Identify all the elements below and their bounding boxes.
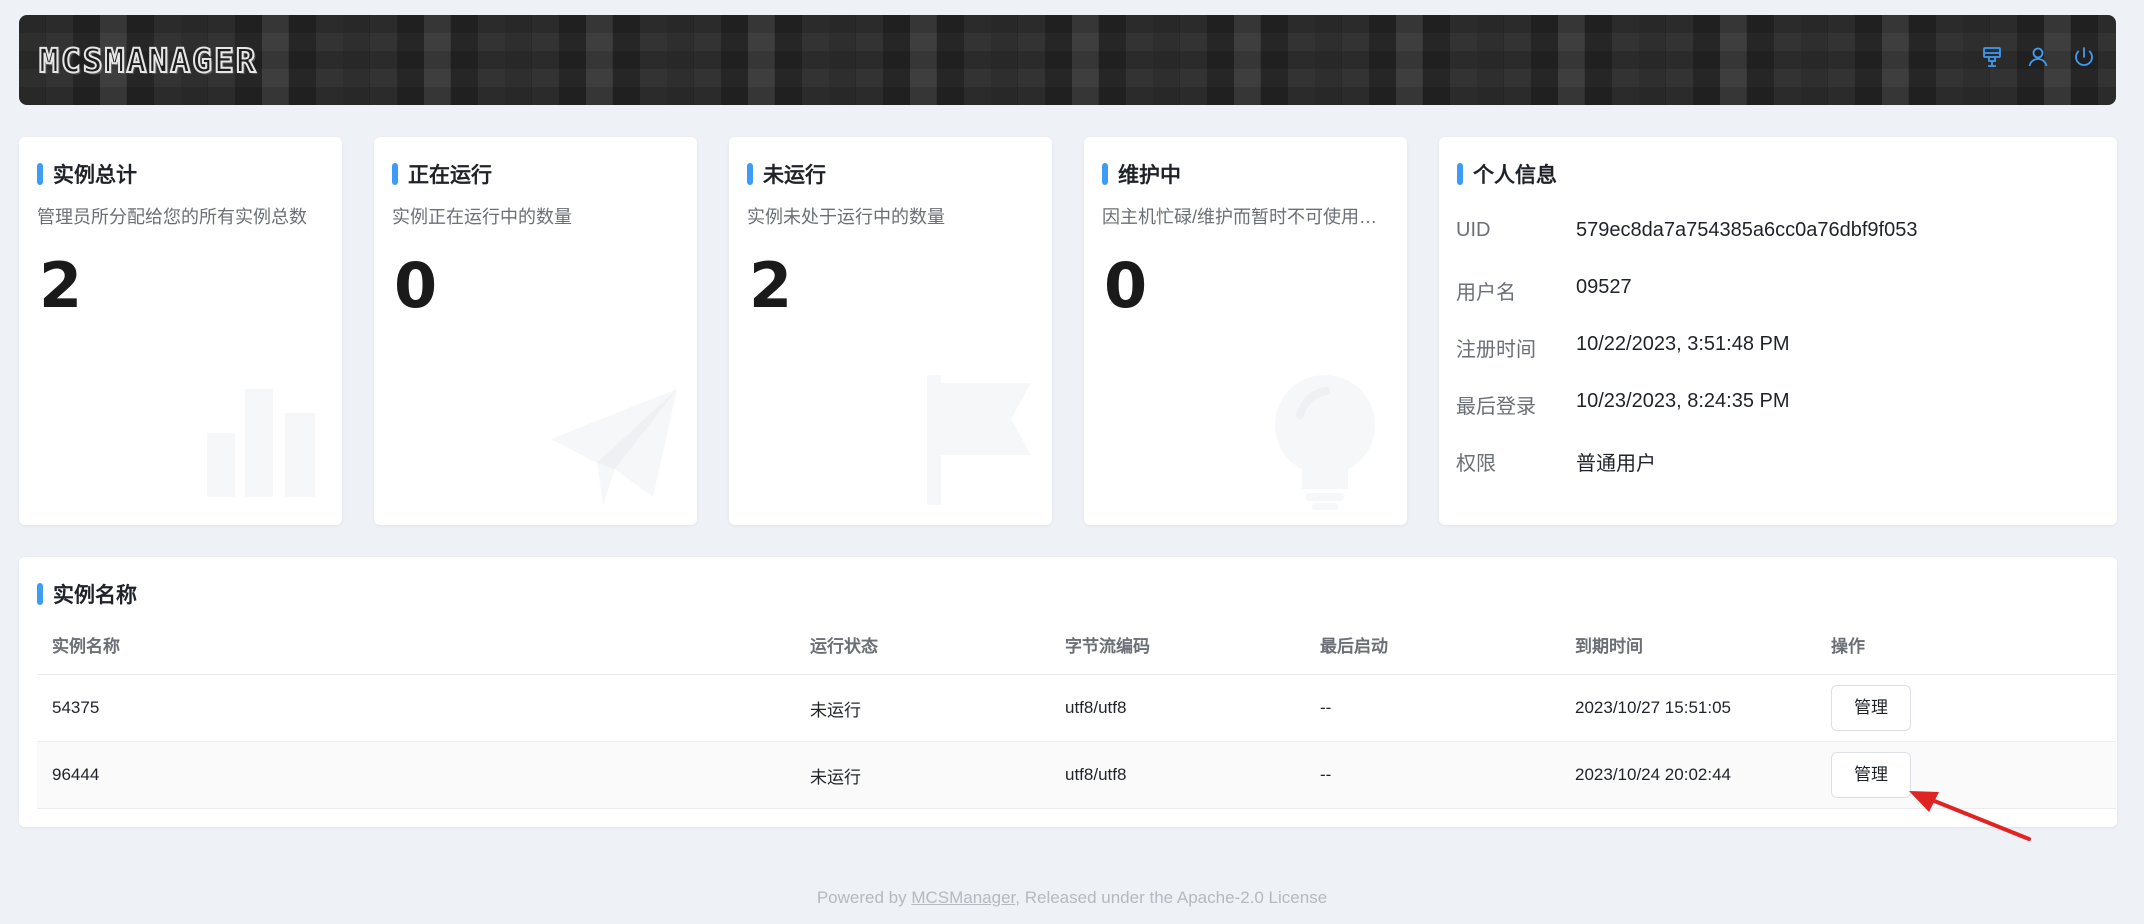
column-header-expire: 到期时间 bbox=[1575, 637, 1643, 656]
stat-value: 2 bbox=[749, 249, 793, 322]
instance-status: 未运行 bbox=[810, 767, 861, 787]
column-header-encoding: 字节流编码 bbox=[1065, 637, 1150, 656]
profile-row-permission: 权限 普通用户 bbox=[1456, 447, 1656, 476]
paper-plane-icon bbox=[551, 389, 677, 505]
column-header-status: 运行状态 bbox=[810, 637, 878, 656]
info-label: UID bbox=[1456, 219, 1491, 241]
bar-chart-icon bbox=[207, 389, 315, 497]
stat-title: 维护中 bbox=[1118, 164, 1181, 187]
stat-value: 0 bbox=[394, 249, 438, 322]
light-bulb-icon bbox=[1275, 375, 1375, 510]
instance-encoding: utf8/utf8 bbox=[1065, 765, 1127, 784]
info-label: 用户名 bbox=[1456, 282, 1516, 304]
profile-card: 个人信息 UID 579ec8da7a754385a6cc0a76dbf9f05… bbox=[1439, 137, 2117, 525]
mcsmanager-link[interactable]: MCSManager bbox=[911, 888, 1015, 907]
plug-icon[interactable] bbox=[1980, 45, 2004, 69]
flag-icon bbox=[927, 375, 1031, 505]
info-value: 579ec8da7a754385a6cc0a76dbf9f053 bbox=[1576, 219, 1918, 241]
profile-row-username: 用户名 09527 bbox=[1456, 276, 1632, 305]
power-icon[interactable] bbox=[2072, 45, 2096, 69]
stat-card-total: 实例总计 管理员所分配给您的所有实例总数 2 bbox=[19, 137, 342, 525]
instances-card: 实例名称 实例名称 运行状态 字节流编码 最后启动 到期时间 操作 54375 … bbox=[19, 557, 2117, 827]
top-header: MCSMANAGER bbox=[19, 15, 2116, 105]
info-value: 普通用户 bbox=[1576, 453, 1656, 475]
annotation-arrow-icon bbox=[1909, 791, 2031, 841]
instance-expire: 2023/10/24 20:02:44 bbox=[1575, 765, 1731, 784]
instance-name: 96444 bbox=[52, 765, 100, 784]
footer: Powered by MCSManager, Released under th… bbox=[0, 888, 2144, 908]
column-header-last-start: 最后启动 bbox=[1320, 637, 1388, 656]
instance-name: 54375 bbox=[52, 698, 100, 717]
footer-suffix: , Released under the Apache-2.0 License bbox=[1015, 888, 1328, 907]
instances-table: 实例名称 运行状态 字节流编码 最后启动 到期时间 操作 54375 未运行 u… bbox=[37, 615, 2116, 809]
profile-title: 个人信息 bbox=[1473, 164, 1557, 187]
title-accent-bar bbox=[37, 163, 43, 185]
info-value: 10/23/2023, 8:24:35 PM bbox=[1576, 390, 1790, 412]
stat-card-stopped: 未运行 实例未处于运行中的数量 2 bbox=[729, 137, 1052, 525]
table-row: 54375 未运行 utf8/utf8 -- 2023/10/27 15:51:… bbox=[37, 675, 2116, 742]
title-accent-bar bbox=[1102, 163, 1108, 185]
instance-last-start: -- bbox=[1320, 765, 1332, 784]
stat-card-maintenance: 维护中 因主机忙碌/维护而暂时不可使用… 0 bbox=[1084, 137, 1407, 525]
info-label: 最后登录 bbox=[1456, 396, 1536, 418]
instance-expire: 2023/10/27 15:51:05 bbox=[1575, 698, 1731, 717]
column-header-name: 实例名称 bbox=[52, 637, 120, 656]
manage-button[interactable]: 管理 bbox=[1831, 752, 1911, 798]
profile-row-uid: UID 579ec8da7a754385a6cc0a76dbf9f053 bbox=[1456, 219, 1917, 242]
instance-last-start: -- bbox=[1320, 698, 1332, 717]
manage-button[interactable]: 管理 bbox=[1831, 685, 1911, 731]
instances-title: 实例名称 bbox=[53, 584, 137, 607]
mcsmanager-logo[interactable]: MCSMANAGER bbox=[38, 40, 258, 81]
footer-prefix: Powered by bbox=[816, 888, 912, 907]
profile-row-registered: 注册时间 10/22/2023, 3:51:48 PM bbox=[1456, 333, 1790, 362]
title-accent-bar bbox=[1457, 163, 1463, 185]
column-header-action: 操作 bbox=[1831, 637, 1865, 656]
stat-value: 2 bbox=[39, 249, 83, 322]
stat-desc: 管理员所分配给您的所有实例总数 bbox=[37, 207, 307, 227]
stat-desc: 实例正在运行中的数量 bbox=[392, 207, 572, 227]
stat-card-running: 正在运行 实例正在运行中的数量 0 bbox=[374, 137, 697, 525]
user-icon[interactable] bbox=[2026, 45, 2050, 69]
table-header: 实例名称 运行状态 字节流编码 最后启动 到期时间 操作 bbox=[37, 615, 2116, 675]
table-row: 96444 未运行 utf8/utf8 -- 2023/10/24 20:02:… bbox=[37, 742, 2116, 809]
title-accent-bar bbox=[37, 583, 43, 605]
stat-title: 未运行 bbox=[763, 164, 826, 187]
stat-desc: 因主机忙碌/维护而暂时不可使用… bbox=[1102, 207, 1377, 227]
title-accent-bar bbox=[392, 163, 398, 185]
info-label: 权限 bbox=[1456, 453, 1496, 475]
header-actions bbox=[1980, 45, 2096, 69]
info-value: 10/22/2023, 3:51:48 PM bbox=[1576, 333, 1790, 355]
info-value: 09527 bbox=[1576, 276, 1632, 298]
stat-value: 0 bbox=[1104, 249, 1148, 322]
instance-encoding: utf8/utf8 bbox=[1065, 698, 1127, 717]
title-accent-bar bbox=[747, 163, 753, 185]
stat-desc: 实例未处于运行中的数量 bbox=[747, 207, 945, 227]
stat-title: 正在运行 bbox=[408, 164, 492, 187]
instance-status: 未运行 bbox=[810, 700, 861, 720]
stat-title: 实例总计 bbox=[53, 164, 137, 187]
info-label: 注册时间 bbox=[1456, 339, 1536, 361]
profile-row-last-login: 最后登录 10/23/2023, 8:24:35 PM bbox=[1456, 390, 1790, 419]
